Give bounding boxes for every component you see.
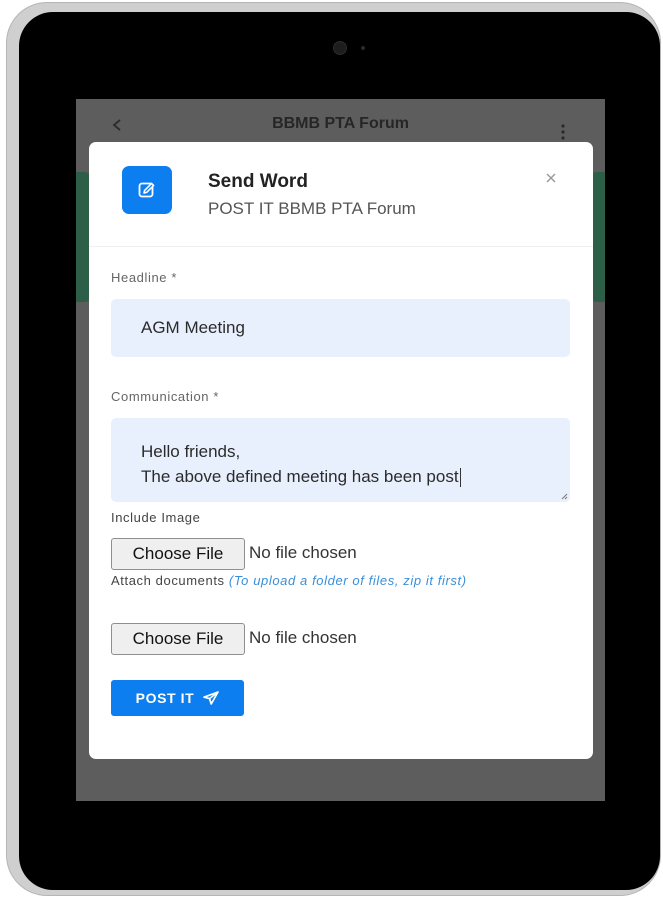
header-icon-box <box>122 166 172 214</box>
image-file-status: No file chosen <box>249 543 357 562</box>
camera-sensor <box>361 46 365 50</box>
document-file-status: No file chosen <box>249 628 357 647</box>
choose-image-button[interactable]: Choose File <box>111 538 245 570</box>
modal-header: Send Word POST IT BBMB PTA Forum <box>89 142 593 247</box>
edit-icon <box>138 182 155 198</box>
include-image-label: Include Image <box>111 510 201 525</box>
modal-subtitle: POST IT BBMB PTA Forum <box>208 199 416 218</box>
modal-title: Send Word <box>208 171 308 192</box>
headline-value: AGM Meeting <box>141 318 245 337</box>
headline-label: Headline * <box>111 270 177 285</box>
choose-document-button[interactable]: Choose File <box>111 623 245 655</box>
app-title: BBMB PTA Forum <box>272 115 409 132</box>
attach-documents-text: Attach documents <box>111 573 225 588</box>
app-bar: BBMB PTA Forum <box>76 99 605 143</box>
attach-documents-hint: (To upload a folder of files, zip it fir… <box>228 573 467 588</box>
communication-label: Communication * <box>111 389 219 404</box>
send-icon <box>203 691 220 705</box>
close-icon[interactable] <box>544 171 558 185</box>
post-it-label: POST IT <box>135 690 195 706</box>
post-it-button[interactable]: POST IT <box>111 680 244 716</box>
more-vertical-icon[interactable] <box>560 123 566 141</box>
headline-input[interactable]: AGM Meeting <box>111 299 570 357</box>
communication-line: The above defined meeting has been post <box>141 467 459 486</box>
communication-textarea[interactable]: Hello friends, The above defined meeting… <box>111 418 570 502</box>
communication-line: Hello friends, <box>141 442 241 461</box>
attach-documents-label: Attach documents (To upload a folder of … <box>111 570 561 591</box>
camera-lens <box>333 41 347 55</box>
send-word-modal: Send Word POST IT BBMB PTA Forum Headlin… <box>89 142 593 759</box>
resize-grip-icon[interactable] <box>561 493 568 500</box>
text-cursor <box>459 468 461 488</box>
